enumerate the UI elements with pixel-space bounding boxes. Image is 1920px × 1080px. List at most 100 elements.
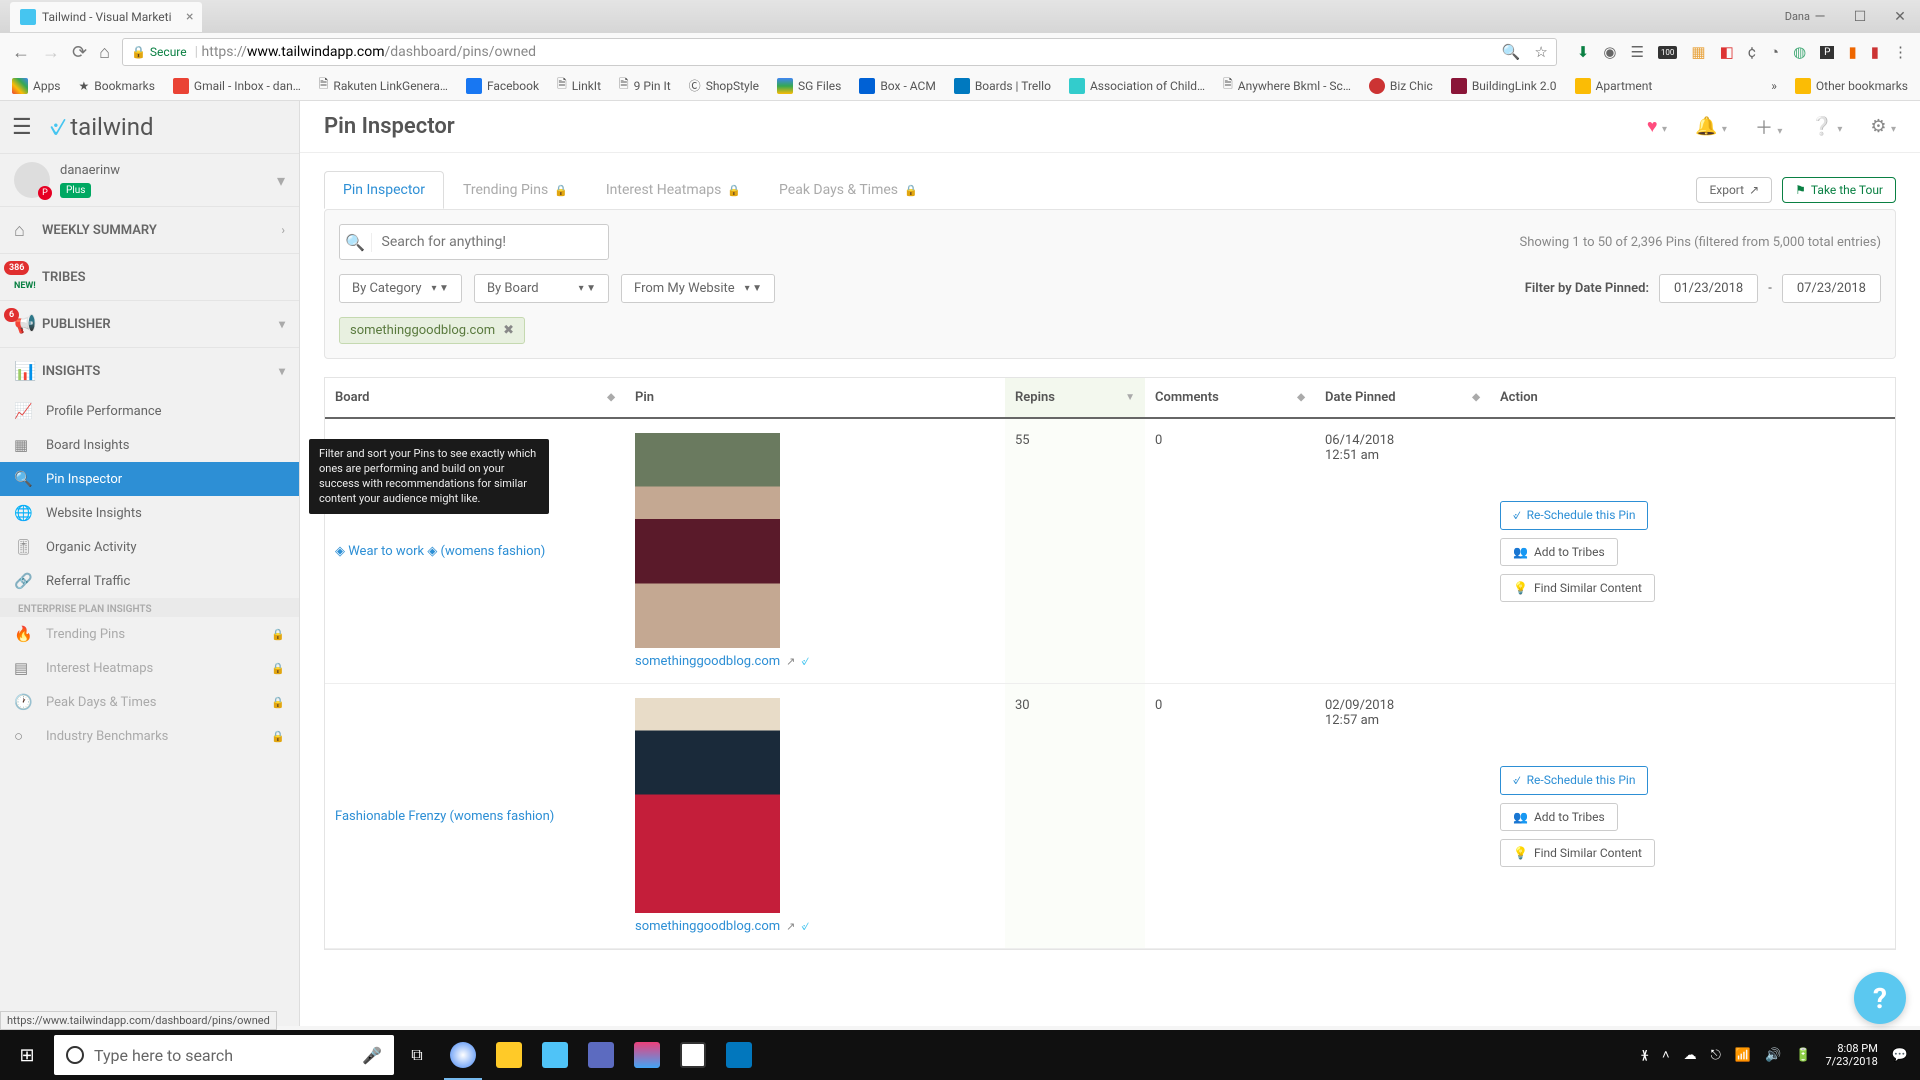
taskbar-app[interactable] [532, 1030, 578, 1080]
ext-icon[interactable]: ◉ [1603, 43, 1616, 61]
col-pin[interactable]: Pin [625, 378, 1005, 417]
logo[interactable]: ୰ tailwind [50, 112, 154, 143]
ext-icon[interactable]: 100 [1658, 46, 1678, 59]
tray-icon[interactable]: ☁ [1684, 1048, 1697, 1063]
bookmark-item[interactable]: Box - ACM [859, 78, 935, 94]
taskbar-app[interactable] [624, 1030, 670, 1080]
nav-insights[interactable]: 📊 INSIGHTS ▾ [0, 348, 299, 394]
filter-category-dropdown[interactable]: By Category▾ ▼ [339, 274, 462, 303]
address-bar[interactable]: 🔒 Secure | https:// www.tailwindapp.com … [122, 38, 1557, 66]
bookmark-item[interactable]: BuildingLink 2.0 [1451, 78, 1557, 94]
search-icon[interactable]: 🔍 [340, 233, 372, 252]
nav-industry-benchmarks[interactable]: ○Industry Benchmarks🔒 [0, 719, 299, 753]
battery-icon[interactable]: 🔋 [1795, 1048, 1811, 1063]
bookmark-item[interactable]: Association of Child… [1069, 78, 1205, 94]
taskbar-clock[interactable]: 8:08 PM 7/23/2018 [1825, 1042, 1877, 1068]
heart-icon[interactable]: ♥ ▾ [1647, 116, 1667, 137]
zoom-icon[interactable]: 🔍 [1502, 43, 1521, 61]
bookmark-item[interactable]: 🗎9 Pin It [619, 75, 671, 96]
ext-icon[interactable]: ▮ [1871, 43, 1879, 61]
search-input[interactable] [372, 234, 608, 250]
bell-icon[interactable]: 🔔 ▾ [1695, 116, 1727, 137]
bookmark-item[interactable]: Boards | Trello [954, 78, 1051, 94]
col-repins[interactable]: Repins▼ [1005, 378, 1145, 417]
nav-tribes[interactable]: 386 NEW! TRIBES [0, 254, 299, 300]
taskbar-app[interactable] [578, 1030, 624, 1080]
minimize-button[interactable]: — [1800, 2, 1840, 32]
col-date[interactable]: Date Pinned◆ [1315, 378, 1490, 417]
bookmark-item[interactable]: ★Bookmarks [79, 79, 155, 93]
nav-website-insights[interactable]: 🌐Website Insights [0, 496, 299, 530]
reload-button[interactable]: ⟳ [72, 42, 87, 63]
pin-domain-link[interactable]: somethinggoodblog.com [635, 919, 780, 934]
ext-icon[interactable]: ☰ [1630, 43, 1643, 61]
close-icon[interactable]: ✖ [503, 323, 514, 338]
ext-icon[interactable]: ◔ [1770, 43, 1779, 61]
ext-icon[interactable]: ¢ [1748, 43, 1756, 61]
help-chat-button[interactable]: ? [1854, 972, 1906, 1024]
tailwind-mark-icon[interactable]: ୰ [801, 919, 809, 934]
tray-chevron-icon[interactable]: ˄ [1662, 1047, 1670, 1063]
menu-icon[interactable]: ⋮ [1893, 43, 1908, 61]
volume-icon[interactable]: 🔊 [1765, 1048, 1781, 1063]
date-to-input[interactable]: 07/23/2018 [1782, 274, 1881, 303]
bookmark-item[interactable]: Apps [12, 78, 61, 94]
take-tour-button[interactable]: ⚑Take the Tour [1782, 177, 1896, 203]
tab-pin-inspector[interactable]: Pin Inspector [324, 171, 444, 209]
filter-source-dropdown[interactable]: From My Website▾ ▼ [621, 274, 775, 303]
nav-referral-traffic[interactable]: 🔗Referral Traffic [0, 564, 299, 598]
find-similar-button[interactable]: 💡Find Similar Content [1500, 839, 1655, 867]
pin-domain-link[interactable]: somethinggoodblog.com [635, 654, 780, 669]
external-link-icon[interactable]: ↗ [786, 920, 795, 933]
nav-trending-pins[interactable]: 🔥Trending Pins🔒 [0, 617, 299, 651]
ext-icon[interactable]: ◧ [1720, 43, 1734, 61]
task-view-button[interactable]: ⧉ [394, 1030, 440, 1080]
bookmark-item[interactable]: 🗎Rakuten LinkGenera… [319, 75, 448, 96]
taskbar-app[interactable] [670, 1030, 716, 1080]
tailwind-mark-icon[interactable]: ୰ [801, 654, 809, 669]
bookmark-item[interactable]: 🗎LinkIt [557, 75, 601, 96]
taskbar-app-chrome[interactable] [440, 1030, 486, 1080]
external-link-icon[interactable]: ↗ [786, 655, 795, 668]
close-icon[interactable]: × [186, 9, 193, 25]
col-board[interactable]: Board◆ [325, 378, 625, 417]
tab-trending-pins[interactable]: Trending Pins🔒 [444, 171, 587, 209]
tab-peak-days[interactable]: Peak Days & Times🔒 [760, 171, 937, 209]
export-button[interactable]: Export ↗ [1696, 177, 1772, 203]
ext-icon[interactable]: ⬇ [1577, 43, 1590, 61]
bookmark-item[interactable]: Biz Chic [1369, 78, 1433, 94]
col-comments[interactable]: Comments◆ [1145, 378, 1315, 417]
star-icon[interactable]: ☆ [1534, 43, 1547, 61]
nav-interest-heatmaps[interactable]: ▤Interest Heatmaps🔒 [0, 651, 299, 685]
bookmark-item[interactable]: Facebook [466, 78, 539, 94]
back-button[interactable]: ← [12, 42, 30, 63]
bookmark-item[interactable]: 🗎Anywhere Bkml - Sc… [1223, 75, 1351, 96]
gear-icon[interactable]: ⚙ ▾ [1870, 116, 1896, 137]
nav-organic-activity[interactable]: 🎚Organic Activity [0, 530, 299, 564]
taskbar-app[interactable] [716, 1030, 762, 1080]
browser-tab[interactable]: Tailwind - Visual Marketi × [10, 2, 202, 32]
find-similar-button[interactable]: 💡Find Similar Content [1500, 574, 1655, 602]
nav-publisher[interactable]: 6 📢 PUBLISHER ▾ [0, 301, 299, 347]
mic-icon[interactable]: 🎤 [362, 1046, 382, 1065]
bookmark-item[interactable]: ⒸShopStyle [689, 77, 759, 94]
nav-peak-days[interactable]: 🕐Peak Days & Times🔒 [0, 685, 299, 719]
nav-pin-inspector[interactable]: 🔍Pin Inspector [0, 462, 299, 496]
forward-button[interactable]: → [42, 42, 60, 63]
reschedule-button[interactable]: ୰Re-Schedule this Pin [1500, 766, 1648, 795]
taskbar-search[interactable]: Type here to search 🎤 [54, 1035, 394, 1075]
pin-thumbnail[interactable] [635, 698, 780, 913]
reschedule-button[interactable]: ୰Re-Schedule this Pin [1500, 501, 1648, 530]
tab-interest-heatmaps[interactable]: Interest Heatmaps🔒 [587, 171, 760, 209]
nav-board-insights[interactable]: ▦Board Insights [0, 428, 299, 462]
tray-icon[interactable]: ⎋ [1711, 1048, 1721, 1063]
date-from-input[interactable]: 01/23/2018 [1659, 274, 1758, 303]
close-window-button[interactable]: ✕ [1880, 2, 1920, 32]
help-icon[interactable]: ❔ ▾ [1810, 116, 1842, 137]
plus-icon[interactable]: ＋ ▾ [1755, 114, 1783, 140]
pin-thumbnail[interactable] [635, 433, 780, 648]
user-menu[interactable]: P danaerinw Plus ▾ [0, 153, 299, 207]
other-bookmarks[interactable]: Other bookmarks [1795, 78, 1908, 94]
home-button[interactable]: ⌂ [99, 42, 110, 63]
start-button[interactable]: ⊞ [0, 1030, 54, 1080]
